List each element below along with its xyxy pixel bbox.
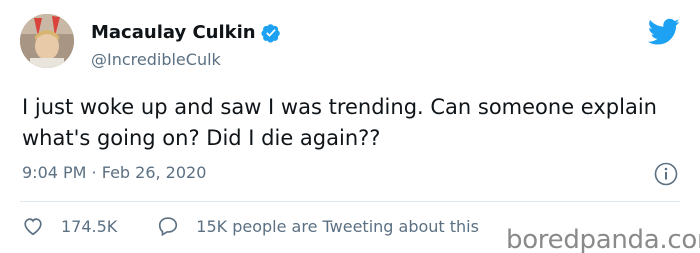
watermark: boredpanda.com: [506, 225, 700, 253]
like-button[interactable]: 174.5K: [22, 215, 117, 237]
display-name[interactable]: Macaulay Culkin: [91, 22, 256, 43]
speech-bubble-icon: [159, 217, 178, 237]
avatar-image: [20, 14, 74, 68]
divider: [20, 201, 680, 202]
tweeting-about-text: 15K people are Tweeting about this: [196, 216, 479, 236]
user-handle[interactable]: @IncredibleCulk: [91, 50, 221, 69]
heart-icon: [24, 218, 42, 236]
tweet-time: 9:04 PM: [22, 163, 87, 182]
tweet-text: I just woke up and saw I was trending. C…: [22, 95, 657, 150]
tweet-card: Macaulay Culkin @IncredibleCulk I just w…: [0, 0, 700, 253]
avatar[interactable]: [20, 14, 74, 68]
like-count: 174.5K: [61, 216, 118, 236]
tweet-timestamp[interactable]: 9:04 PM · Feb 26, 2020: [22, 163, 206, 182]
timestamp-separator: ·: [86, 163, 102, 182]
info-icon[interactable]: [654, 162, 678, 186]
action-bar: 174.5K 15K people are Tweeting about thi…: [22, 215, 479, 237]
reply-button[interactable]: 15K people are Tweeting about this: [157, 215, 479, 237]
verified-badge-icon: [261, 23, 280, 43]
twitter-bird-icon[interactable]: [648, 18, 680, 46]
tweet-date: Feb 26, 2020: [101, 163, 207, 182]
